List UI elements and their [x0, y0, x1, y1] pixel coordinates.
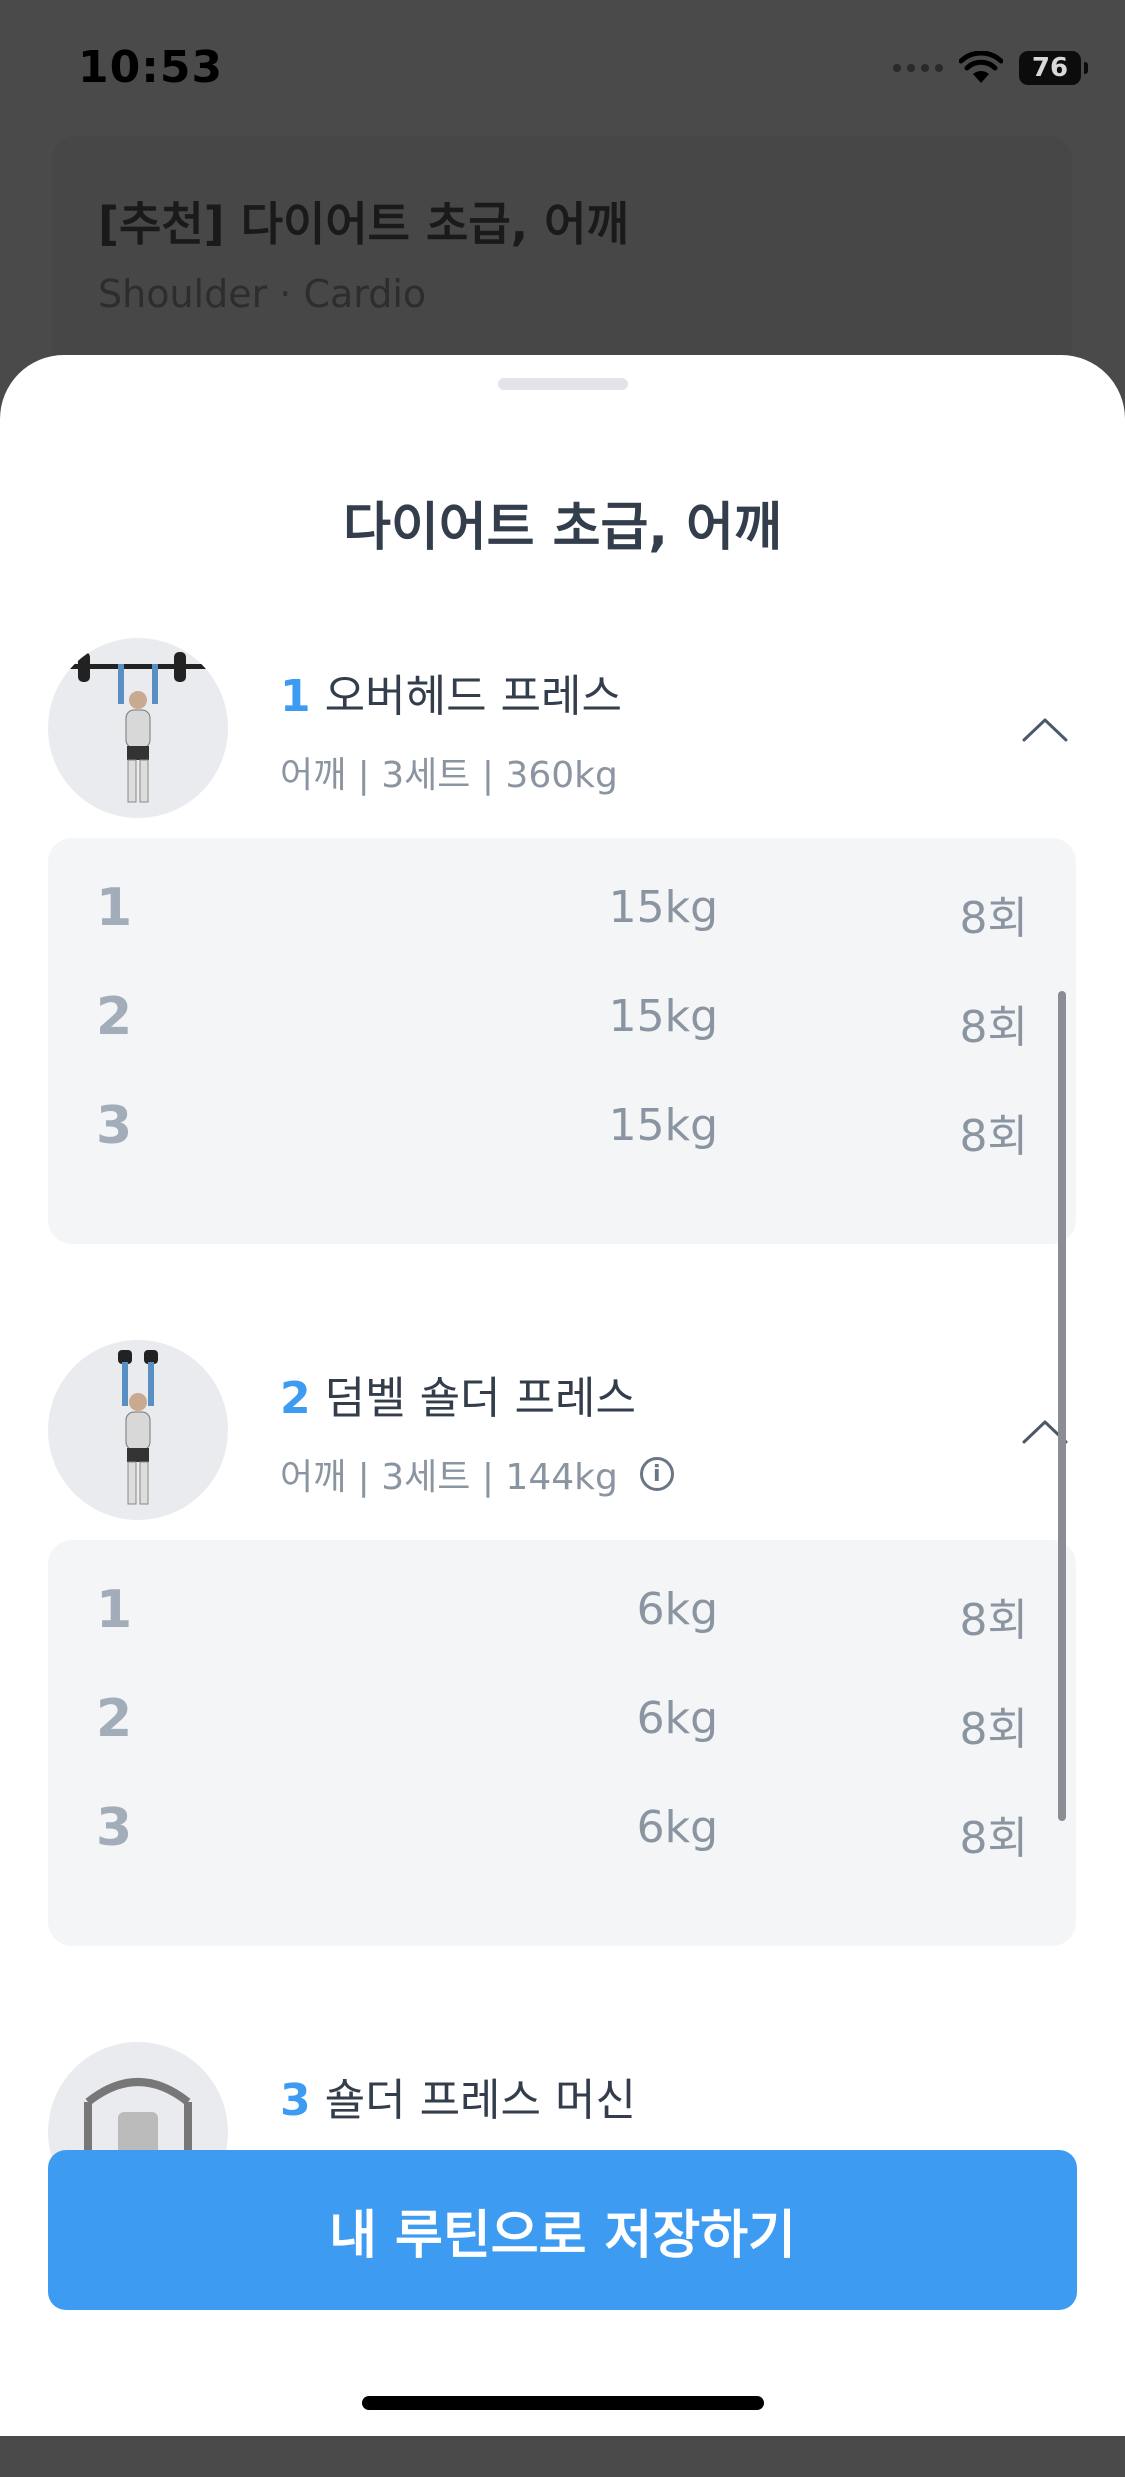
set-row: 1 6kg 8회 [48, 1570, 1076, 1650]
exercise-meta-text: 어깨 | 3세트 | 360kg [280, 755, 618, 796]
save-to-my-routine-button[interactable]: 내 루틴으로 저장하기 [48, 2150, 1077, 2310]
set-row: 3 6kg 8회 [48, 1788, 1076, 1868]
exercise-thumbnail [48, 1340, 228, 1520]
home-indicator[interactable] [362, 2396, 764, 2410]
scrollbar[interactable] [1058, 991, 1066, 1821]
battery-icon: 76 [1019, 51, 1088, 85]
set-row: 2 15kg 8회 [48, 977, 1076, 1057]
sets-table-1: 1 15kg 8회 2 15kg 8회 3 15kg 8회 [48, 838, 1076, 1244]
set-reps: 8회 [959, 893, 1028, 944]
exercise-item-2[interactable]: 2 덤벨 숄더 프레스 어깨 | 3세트 | 144kg i [0, 1340, 1125, 1530]
exercise-meta-text: 어깨 | 3세트 | 144kg [280, 1457, 618, 1498]
exercise-meta: 어깨 | 3세트 | 360kg [280, 746, 618, 798]
set-row: 2 6kg 8회 [48, 1679, 1076, 1759]
set-row: 3 15kg 8회 [48, 1086, 1076, 1166]
exercise-title: 2 덤벨 숄더 프레스 [280, 1362, 636, 1426]
background-card-subtitle: Shoulder · Cardio [98, 272, 427, 316]
set-weight: 15kg [608, 882, 718, 933]
exercise-thumbnail [48, 638, 228, 818]
status-icons: 76 [893, 48, 1088, 88]
status-time: 10:53 [78, 42, 224, 93]
status-bar: 10:53 76 [0, 0, 1125, 140]
set-number: 2 [96, 987, 133, 1047]
set-reps: 8회 [959, 1002, 1028, 1053]
exercise-number: 1 [280, 671, 311, 722]
set-reps: 8회 [959, 1111, 1028, 1162]
set-number: 1 [96, 878, 133, 938]
exercise-name: 숄더 프레스 머신 [324, 2075, 636, 2126]
set-weight: 6kg [636, 1802, 718, 1853]
set-reps: 8회 [959, 1813, 1028, 1864]
exercise-name: 오버헤드 프레스 [324, 671, 622, 722]
wifi-icon [959, 51, 1003, 83]
cellular-signal-icon [893, 64, 943, 72]
set-weight: 6kg [636, 1693, 718, 1744]
sheet-drag-handle[interactable] [498, 378, 628, 390]
exercise-name: 덤벨 숄더 프레스 [324, 1373, 636, 1424]
set-number: 3 [96, 1096, 133, 1156]
set-number: 2 [96, 1689, 133, 1749]
exercise-number: 2 [280, 1373, 311, 1424]
set-row: 1 15kg 8회 [48, 868, 1076, 948]
exercise-title: 3 숄더 프레스 머신 [280, 2064, 636, 2128]
set-weight: 15kg [608, 991, 718, 1042]
set-reps: 8회 [959, 1595, 1028, 1646]
background-card-title: [추천] 다이어트 초급, 어깨 [98, 197, 629, 251]
chevron-up-icon[interactable] [1020, 708, 1070, 748]
set-reps: 8회 [959, 1704, 1028, 1755]
exercise-title: 1 오버헤드 프레스 [280, 660, 622, 724]
exercise-meta: 어깨 | 3세트 | 144kg i [280, 1448, 674, 1500]
bottom-sheet: 다이어트 초급, 어깨 1 오버헤드 프레스 어깨 | 3세트 | 360kg … [0, 355, 1125, 2436]
exercise-item-1[interactable]: 1 오버헤드 프레스 어깨 | 3세트 | 360kg [0, 638, 1125, 828]
sheet-title: 다이어트 초급, 어깨 [343, 498, 782, 558]
set-weight: 15kg [608, 1100, 718, 1151]
exercise-number: 3 [280, 2075, 311, 2126]
set-number: 1 [96, 1580, 133, 1640]
set-weight: 6kg [636, 1584, 718, 1635]
set-number: 3 [96, 1798, 133, 1858]
info-icon[interactable]: i [639, 1457, 674, 1491]
sets-table-2: 1 6kg 8회 2 6kg 8회 3 6kg 8회 [48, 1540, 1076, 1946]
